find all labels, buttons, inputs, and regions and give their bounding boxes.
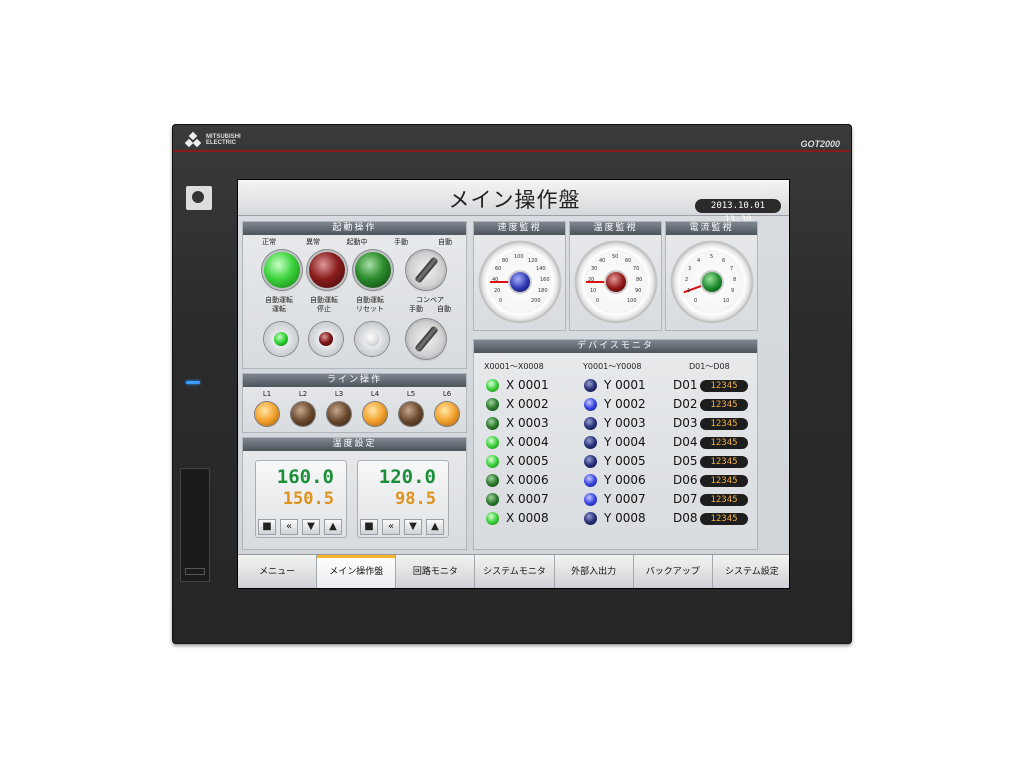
device-row: X 0006 Y 0006 D06 12345	[484, 471, 754, 490]
auto-stop-button[interactable]	[309, 322, 343, 356]
y-column-header: Y0001～Y0008	[583, 362, 642, 371]
manual-auto-selector-switch[interactable]	[408, 252, 444, 288]
temp-box-1: 160.0 150.5 ■ « ▼ ▲	[255, 460, 347, 538]
tab-system-monitor[interactable]: システムモニタ	[475, 555, 555, 588]
startup-panel: 起動操作 正常 異常 起動中 手動 自動 自動運転 運転 自動運転 停止 自動運…	[242, 221, 467, 369]
label-conveyor-1: コンベア	[416, 296, 444, 304]
label-auto-stop-2: 停止	[317, 305, 331, 313]
tab-system-settings[interactable]: システム設定	[713, 555, 789, 588]
sensor-icon	[186, 186, 212, 210]
d-column-header: D01～D08	[689, 362, 730, 371]
label-running: 起動中	[346, 238, 368, 246]
error-lamp	[309, 252, 345, 288]
conveyor-selector-switch[interactable]	[408, 321, 444, 357]
gauge-hub	[510, 272, 530, 292]
decrement-button[interactable]: ▼	[302, 519, 320, 535]
device-row: X 0008 Y 0008 D08 12345	[484, 509, 754, 528]
hmi-screen: メイン操作盤 2013.10.01 13:30 起動操作 正常 異常 起動中 手…	[237, 179, 790, 589]
gauge-hub	[606, 272, 626, 292]
device-monitor-panel: デバイスモニタ X0001～X0008 Y0001～Y0008 D01～D08 …	[473, 339, 758, 550]
startup-panel-title: 起動操作	[243, 222, 466, 235]
stop-button[interactable]: ■	[258, 519, 276, 535]
temp-box-2: 120.0 98.5 ■ « ▼ ▲	[357, 460, 449, 538]
gauge-hub	[702, 272, 722, 292]
device-row: X 0003 Y 0003 D03 12345	[484, 414, 754, 433]
title-bar: メイン操作盤 2013.10.01 13:30	[238, 180, 789, 225]
increment-button[interactable]: ▲	[426, 519, 444, 535]
speed-gauge-panel: 速度監視 0 20 40 60 80 100 120 140 160 180 2…	[473, 221, 566, 331]
line-l2-button[interactable]	[291, 402, 315, 426]
line-l1-button[interactable]	[255, 402, 279, 426]
label-auto-reset-2: リセット	[356, 305, 384, 313]
tab-backup[interactable]: バックアップ	[634, 555, 713, 588]
tab-menu[interactable]: メニュー	[238, 555, 318, 588]
speed-gauge: 0 20 40 60 80 100 120 140 160 180 200	[478, 240, 562, 324]
normal-lamp	[264, 252, 300, 288]
decrement-button[interactable]: ▼	[404, 519, 422, 535]
auto-reset-button[interactable]	[355, 322, 389, 356]
temp-gauge-panel: 温度監視 0 10 20 30 40 50 60 70 80 90 100	[569, 221, 662, 331]
temperature-gauge: 0 10 20 30 40 50 60 70 80 90 100	[574, 240, 658, 324]
process-value: 98.5	[395, 489, 436, 509]
speed-gauge-title: 速度監視	[474, 222, 565, 235]
current-gauge-panel: 電流監視 0 1 2 3 4 5 6 7 8 9 10	[665, 221, 758, 331]
device-row: X 0002 Y 0002 D02 12345	[484, 395, 754, 414]
process-value: 150.5	[282, 489, 334, 509]
increment-button[interactable]: ▲	[324, 519, 342, 535]
line-panel-title: ライン操作	[243, 374, 466, 387]
line-l6-button[interactable]	[435, 402, 459, 426]
brand-diamonds-icon	[184, 131, 202, 148]
bottom-menu-bar: メニュー メイン操作盤 回路モニタ システムモニタ 外部入出力 バックアップ シ…	[238, 554, 789, 588]
brand-logo: MITSUBISHI ELECTRIC	[184, 131, 241, 148]
label-auto-run-1: 自動運転	[265, 296, 293, 304]
device-row: X 0004 Y 0004 D04 12345	[484, 433, 754, 452]
label-conveyor-2: 手動 自動	[409, 305, 451, 313]
tab-external-io[interactable]: 外部入出力	[555, 555, 634, 588]
rewind-button[interactable]: «	[280, 519, 298, 535]
label-manual: 手動	[394, 238, 408, 246]
device-monitor-title: デバイスモニタ	[474, 340, 757, 353]
setpoint-value: 160.0	[276, 466, 334, 488]
line-panel: ライン操作 L1 L2 L3 L4 L5 L6	[242, 373, 467, 433]
tab-main-panel[interactable]: メイン操作盤	[317, 555, 397, 588]
brand-line2: ELECTRIC	[206, 140, 236, 146]
label-error: 異常	[306, 238, 320, 246]
line-l3-button[interactable]	[327, 402, 351, 426]
stop-button[interactable]: ■	[360, 519, 378, 535]
current-gauge: 0 1 2 3 4 5 6 7 8 9 10	[670, 240, 754, 324]
power-led	[186, 381, 200, 384]
label-auto-reset-1: 自動運転	[356, 296, 384, 304]
label-normal: 正常	[262, 238, 276, 246]
temp-panel-title: 温度設定	[243, 438, 466, 451]
temp-panel: 温度設定 160.0 150.5 ■ « ▼ ▲ 120.0 98.5 ■ « …	[242, 437, 467, 550]
temp-gauge-title: 温度監視	[570, 222, 661, 235]
model-name: GOT2000	[800, 139, 840, 149]
line-l4-button[interactable]	[363, 402, 387, 426]
label-auto: 自動	[438, 238, 452, 246]
bezel-accent-line	[174, 150, 850, 152]
x-column-header: X0001～X0008	[484, 362, 544, 371]
setpoint-value: 120.0	[378, 466, 436, 488]
label-auto-run-2: 運転	[272, 305, 286, 313]
usb-cover[interactable]	[180, 468, 210, 582]
line-l5-button[interactable]	[399, 402, 423, 426]
hmi-bezel: MITSUBISHI ELECTRIC GOT2000 メイン操作盤 2013.…	[172, 124, 852, 644]
label-l6: L6	[442, 390, 452, 398]
device-row: X 0001 Y 0001 D01 12345	[484, 376, 754, 395]
tab-circuit-monitor[interactable]: 回路モニタ	[396, 555, 476, 588]
current-gauge-title: 電流監視	[666, 222, 757, 235]
auto-run-button[interactable]	[264, 322, 298, 356]
running-lamp	[355, 252, 391, 288]
device-row: X 0007 Y 0007 D07 12345	[484, 490, 754, 509]
device-row: X 0005 Y 0005 D05 12345	[484, 452, 754, 471]
rewind-button[interactable]: «	[382, 519, 400, 535]
label-auto-stop-1: 自動運転	[310, 296, 338, 304]
datetime-display: 2013.10.01 13:30	[695, 199, 781, 225]
